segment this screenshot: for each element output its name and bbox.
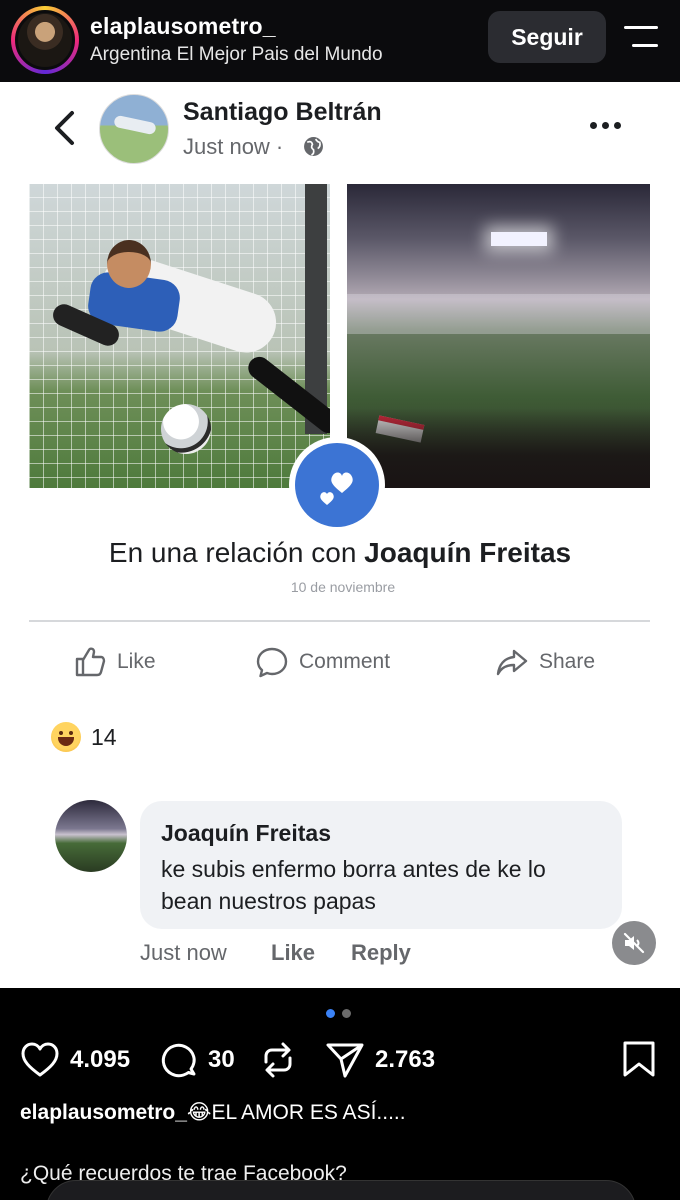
share-arrow-icon	[496, 649, 528, 676]
caption-text: EL AMOR ES ASÍ.....	[211, 1101, 406, 1124]
comment-bubble-icon	[256, 647, 288, 678]
author-name[interactable]: Santiago Beltrán	[183, 98, 382, 127]
like-button[interactable]: Like	[73, 642, 156, 682]
username[interactable]: elaplausometro_	[90, 13, 276, 40]
post-caption: elaplausometro_😂EL AMOR ES ASÍ.....	[20, 1100, 406, 1125]
caption-emoji: 😂	[186, 1101, 212, 1124]
divider	[29, 620, 650, 622]
send-button[interactable]: 2.763	[325, 1040, 435, 1080]
speaker-muted-icon	[623, 932, 645, 954]
partner-name[interactable]: Joaquín Freitas	[364, 537, 571, 568]
comment-icon	[161, 1043, 196, 1078]
author-avatar[interactable]	[99, 94, 169, 164]
carousel-dot	[326, 1009, 335, 1018]
comment-bubble: Joaquín Freitas ke subis enfermo borra a…	[140, 801, 622, 929]
bookmark-icon[interactable]	[622, 1040, 656, 1078]
photo-goalkeeper	[29, 184, 330, 488]
mute-button[interactable]	[612, 921, 656, 965]
relationship-date: 10 de noviembre	[290, 579, 396, 595]
more-options-icon[interactable]	[588, 122, 624, 132]
post-media[interactable]: Santiago Beltrán Just now · En una relac…	[0, 82, 680, 988]
globe-icon	[304, 137, 323, 156]
commenter-name[interactable]: Joaquín Freitas	[161, 820, 331, 847]
caption-username[interactable]: elaplausometro_	[20, 1101, 187, 1124]
reaction-count[interactable]: 14	[91, 724, 117, 751]
comment-post-button[interactable]: 30	[158, 1040, 235, 1080]
comment-time: Just now	[140, 940, 227, 965]
photo-stadium	[347, 184, 650, 488]
repost-icon	[264, 1042, 292, 1078]
comment-reply-button[interactable]: Reply	[351, 940, 411, 966]
carousel-indicator	[326, 1009, 356, 1019]
haha-reaction-icon	[51, 722, 81, 752]
thumbs-up-icon	[75, 647, 106, 677]
comment-text: ke subis enfermo borra antes de ke lo be…	[161, 856, 546, 914]
back-arrow-icon[interactable]	[50, 110, 80, 146]
profile-avatar[interactable]	[11, 6, 79, 74]
follow-button[interactable]: Seguir	[488, 11, 606, 63]
profile-subtitle: Argentina El Mejor Pais del Mundo	[90, 44, 383, 65]
post-time: Just now ·	[183, 134, 284, 159]
carousel-dot	[342, 1009, 351, 1018]
avatar-photo	[15, 10, 75, 70]
bottom-input-bar[interactable]	[46, 1180, 636, 1200]
paper-plane-icon	[326, 1043, 364, 1078]
like-count: 4.095	[70, 1046, 131, 1073]
hearts-icon	[320, 472, 353, 505]
comment-button[interactable]: Comment	[255, 642, 390, 682]
relationship-status: En una relación con Joaquín Freitas	[108, 537, 572, 568]
share-count: 2.763	[375, 1046, 436, 1073]
commenter-avatar[interactable]	[55, 800, 127, 872]
heart-icon	[21, 1042, 59, 1077]
share-button[interactable]: Share	[495, 642, 595, 682]
relationship-badge	[289, 437, 385, 533]
comment-count: 30	[208, 1046, 235, 1073]
comment-like-button[interactable]: Like	[271, 940, 315, 966]
like-post-button[interactable]: 4.095	[20, 1040, 130, 1080]
repost-button[interactable]	[258, 1040, 298, 1080]
menu-icon[interactable]	[624, 24, 660, 52]
ig-header: elaplausometro_ Argentina El Mejor Pais …	[0, 0, 680, 82]
